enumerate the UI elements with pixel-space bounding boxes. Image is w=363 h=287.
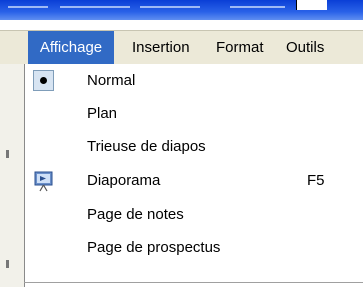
menu-item-plan[interactable]: Plan bbox=[25, 97, 363, 130]
slideshow-icon bbox=[34, 171, 53, 192]
title-bar-gap bbox=[296, 0, 327, 10]
background-fragment bbox=[6, 260, 9, 268]
title-text-fragment bbox=[8, 6, 48, 8]
title-text-fragment bbox=[60, 6, 130, 8]
menu-affichage[interactable]: Affichage bbox=[28, 31, 114, 65]
menu-item-normal[interactable]: Normal bbox=[25, 64, 363, 97]
window-title-bar bbox=[0, 0, 363, 20]
menu-item-page-de-notes-label: Page de notes bbox=[87, 206, 184, 223]
menu-item-diaporama[interactable]: Diaporama F5 bbox=[25, 164, 363, 197]
background-fragment bbox=[6, 150, 9, 158]
radio-selected-icon bbox=[33, 70, 54, 91]
menu-insertion-label: Insertion bbox=[132, 39, 190, 56]
menu-outils[interactable]: Outils bbox=[282, 31, 328, 65]
menu-bar: Affichage Insertion Format Outils bbox=[0, 30, 363, 65]
menu-outils-label: Outils bbox=[286, 39, 325, 56]
menu-affichage-label: Affichage bbox=[39, 39, 103, 56]
affichage-dropdown-menu: Normal Plan Trieuse de diapos Diaporama … bbox=[24, 64, 363, 287]
menu-bottom-divider bbox=[24, 282, 363, 283]
menu-item-diaporama-shortcut: F5 bbox=[307, 172, 325, 189]
menu-item-page-de-prospectus[interactable]: Page de prospectus bbox=[25, 231, 363, 264]
menu-item-plan-label: Plan bbox=[87, 105, 118, 122]
menu-format[interactable]: Format bbox=[212, 31, 268, 65]
background-window-edge bbox=[0, 64, 25, 287]
menu-item-trieuse-de-diapos-label: Trieuse de diapos bbox=[87, 138, 206, 155]
menu-insertion[interactable]: Insertion bbox=[128, 31, 194, 65]
radio-dot bbox=[40, 77, 47, 84]
screen: Affichage Insertion Format Outils Normal… bbox=[0, 0, 363, 287]
menu-format-label: Format bbox=[216, 39, 264, 56]
title-text-fragment bbox=[140, 6, 200, 8]
menu-item-normal-label: Normal bbox=[87, 72, 136, 89]
menu-item-trieuse-de-diapos[interactable]: Trieuse de diapos bbox=[25, 130, 363, 163]
title-text-fragment bbox=[230, 6, 285, 8]
menu-item-diaporama-label: Diaporama bbox=[87, 172, 161, 189]
menu-item-page-de-prospectus-label: Page de prospectus bbox=[87, 239, 221, 256]
menu-item-page-de-notes[interactable]: Page de notes bbox=[25, 198, 363, 231]
